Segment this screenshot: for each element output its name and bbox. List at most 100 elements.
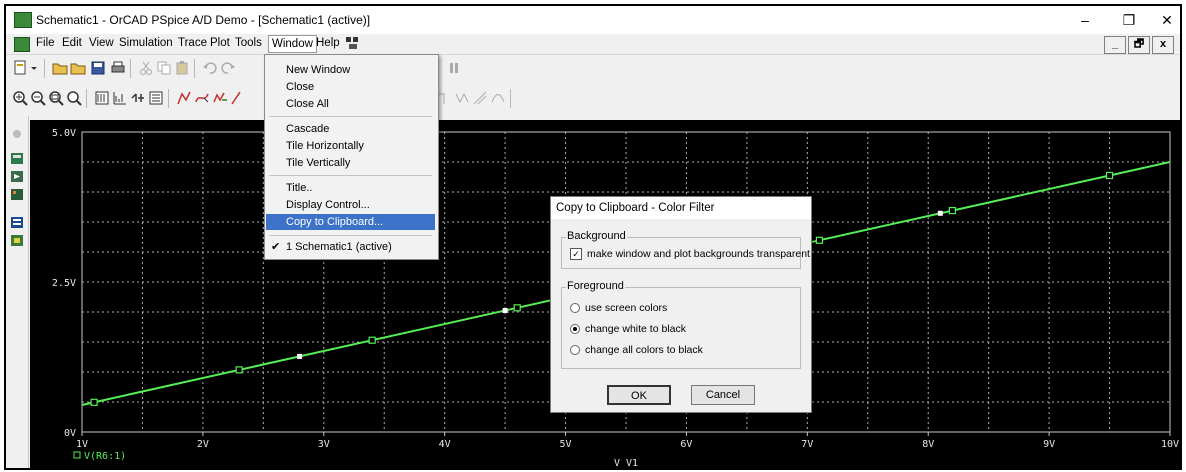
cursor-point xyxy=(502,308,508,313)
eval-goal-function-icon[interactable] xyxy=(194,90,210,106)
menu-item-close-all[interactable]: Close All xyxy=(266,96,435,112)
maximize-button[interactable]: ❐ xyxy=(1114,10,1144,30)
new-file-icon[interactable] xyxy=(12,60,28,76)
menu-item-tile-horizontally[interactable]: Tile Horizontally xyxy=(266,138,435,154)
x-tick-label: 1V xyxy=(76,439,88,450)
menu-item-tile-vertically[interactable]: Tile Vertically xyxy=(266,155,435,171)
zoom-in-icon[interactable] xyxy=(12,90,28,106)
cursor-trough-icon[interactable] xyxy=(454,90,470,106)
fg-radio-screen-colors[interactable] xyxy=(570,303,580,314)
foreground-group: Foreground use screen colors change whit… xyxy=(561,280,801,369)
redo-icon[interactable] xyxy=(220,60,236,76)
trace-marker xyxy=(235,366,243,374)
disabled-tool-icon[interactable] xyxy=(10,128,24,141)
copy-icon[interactable] xyxy=(156,60,172,76)
transparent-option[interactable]: ✓ make window and plot backgrounds transp… xyxy=(570,248,810,261)
fourier-icon[interactable] xyxy=(112,90,128,106)
y-tick-label: 2.5V xyxy=(52,278,76,289)
menu-plot[interactable]: Plot xyxy=(210,37,230,49)
zoom-area-icon[interactable] xyxy=(48,90,64,106)
open-folder-icon-2[interactable] xyxy=(70,60,86,76)
trace-marker xyxy=(1105,171,1114,180)
run-simulation-icon[interactable] xyxy=(10,170,24,183)
menu-window[interactable]: Window xyxy=(268,35,317,53)
add-plot-icon[interactable] xyxy=(212,90,228,106)
menu-help[interactable]: Help xyxy=(316,37,340,49)
paste-icon[interactable] xyxy=(174,60,190,76)
cursor-slope-icon[interactable] xyxy=(472,90,488,106)
menu-view[interactable]: View xyxy=(89,37,114,49)
zoom-out-icon[interactable] xyxy=(30,90,46,106)
fg-option-label: use screen colors xyxy=(585,302,668,314)
cursor-point xyxy=(297,353,303,359)
y-tick-label: 5.0V xyxy=(52,128,76,139)
log-y-axis-icon[interactable] xyxy=(148,90,164,106)
x-tick-label: 10V xyxy=(1161,439,1179,450)
menu-item-schematic1[interactable]: 1 Schematic1 (active) xyxy=(266,239,435,255)
log-x-axis-icon[interactable] xyxy=(94,90,110,106)
x-tick-label: 2V xyxy=(197,439,209,450)
save-icon[interactable] xyxy=(90,60,106,76)
app-window: Schematic1 - OrCAD PSpice A/D Demo - [Sc… xyxy=(4,4,1182,470)
fg-option-white-to-black[interactable]: change white to black xyxy=(570,323,686,335)
open-folder-icon[interactable] xyxy=(52,60,68,76)
toolbar-standard xyxy=(6,56,1180,83)
help-context-icon[interactable] xyxy=(346,37,360,50)
mark-label-icon[interactable] xyxy=(490,90,506,106)
menu-file[interactable]: File xyxy=(36,37,55,49)
menu-item-close[interactable]: Close xyxy=(266,79,435,95)
mdi-restore-button[interactable]: 🗗 xyxy=(1128,36,1150,54)
print-icon[interactable] xyxy=(110,60,126,76)
menu-separator xyxy=(269,116,432,117)
minimize-button[interactable]: – xyxy=(1070,10,1100,30)
simulation-status-icon[interactable] xyxy=(10,216,24,229)
cancel-button[interactable]: Cancel xyxy=(691,385,755,405)
undo-icon[interactable] xyxy=(202,60,218,76)
y-tick-label: 0V xyxy=(64,428,76,439)
menu-simulation[interactable]: Simulation xyxy=(119,37,173,49)
dialog-title: Copy to Clipboard - Color Filter xyxy=(551,197,811,219)
background-group-label: Background xyxy=(566,230,627,242)
trace-marker xyxy=(368,336,376,344)
add-y-axis-icon[interactable] xyxy=(230,90,242,106)
trace-marker xyxy=(90,398,98,406)
menu-item-display-control[interactable]: Display Control... xyxy=(266,197,435,213)
cut-icon[interactable] xyxy=(138,60,154,76)
zoom-fit-icon[interactable] xyxy=(66,90,82,106)
menu-trace[interactable]: Trace xyxy=(178,37,207,49)
x-tick-label: 8V xyxy=(922,439,934,450)
menu-item-cascade[interactable]: Cascade xyxy=(266,121,435,137)
menu-tools[interactable]: Tools xyxy=(235,37,262,49)
menu-separator xyxy=(269,175,432,176)
fg-option-screen-colors[interactable]: use screen colors xyxy=(570,302,667,314)
close-button[interactable]: ✕ xyxy=(1152,10,1180,30)
simulation-settings-icon[interactable] xyxy=(10,152,24,165)
performance-analysis-icon[interactable] xyxy=(130,90,146,106)
mdi-close-button[interactable]: x xyxy=(1152,36,1174,54)
menu-item-title[interactable]: Title.. xyxy=(266,180,435,196)
background-group: Background ✓ make window and plot backgro… xyxy=(561,230,810,269)
menu-separator xyxy=(269,235,432,236)
ok-button[interactable]: OK xyxy=(607,385,671,405)
marker-icon[interactable] xyxy=(10,234,24,247)
new-dropdown-icon[interactable] xyxy=(30,60,38,76)
pspice-app-icon xyxy=(14,12,32,28)
add-trace-icon[interactable] xyxy=(176,90,192,106)
document-icon[interactable] xyxy=(14,37,30,52)
view-output-icon[interactable] xyxy=(10,188,24,201)
menu-item-new-window[interactable]: New Window xyxy=(266,62,435,78)
fg-option-label: change all colors to black xyxy=(585,344,703,356)
menu-item-copy-to-clipboard[interactable]: Copy to Clipboard... xyxy=(266,214,435,230)
fg-radio-all-to-black[interactable] xyxy=(570,345,580,356)
fg-radio-white-to-black[interactable] xyxy=(570,324,580,335)
fg-option-all-to-black[interactable]: change all colors to black xyxy=(570,344,703,356)
pause-icon[interactable] xyxy=(446,60,462,76)
menu-bar: File Edit View Simulation Trace Plot Too… xyxy=(6,34,1180,55)
transparent-checkbox[interactable]: ✓ xyxy=(570,248,582,261)
menu-edit[interactable]: Edit xyxy=(62,37,82,49)
trace-marker xyxy=(948,206,957,215)
trace-marker xyxy=(815,236,824,244)
color-filter-dialog: Copy to Clipboard - Color Filter Backgro… xyxy=(550,196,812,413)
transparent-option-label: make window and plot backgrounds transpa… xyxy=(587,248,810,260)
mdi-minimize-button[interactable]: _ xyxy=(1104,36,1126,54)
